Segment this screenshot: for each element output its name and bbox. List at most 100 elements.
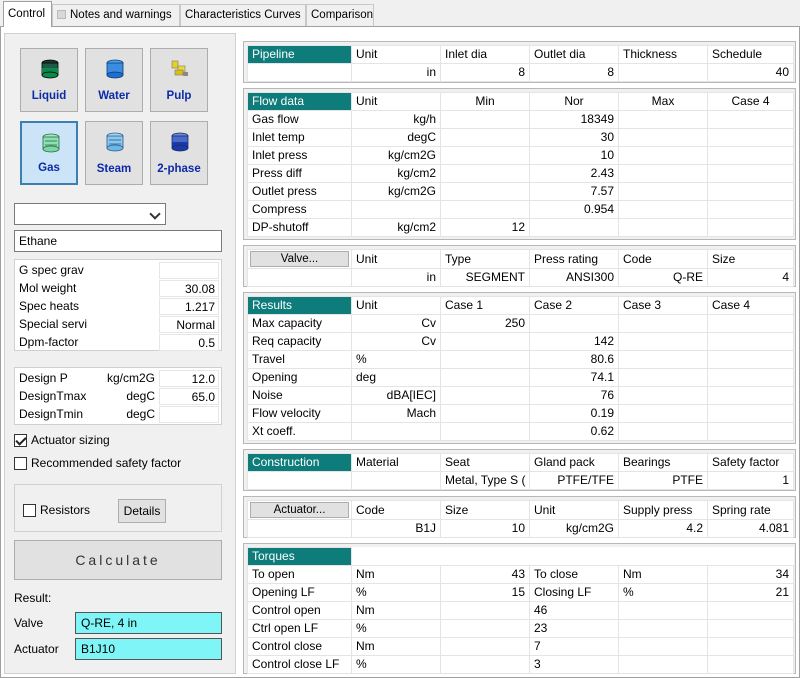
table-cell[interactable]: 0.954	[529, 200, 619, 219]
table-cell[interactable]	[618, 146, 708, 165]
table-cell[interactable]	[618, 619, 708, 638]
table-cell[interactable]	[440, 350, 530, 369]
table-cell[interactable]: To close	[529, 565, 619, 584]
table-cell[interactable]: kg/cm2	[351, 164, 441, 183]
pipeline-unit-cell[interactable]: in	[351, 63, 441, 82]
table-cell[interactable]	[440, 601, 530, 620]
table-cell[interactable]	[440, 637, 530, 656]
table-cell[interactable]	[529, 218, 619, 237]
table-cell[interactable]	[618, 637, 708, 656]
table-cell[interactable]	[707, 146, 794, 165]
table-cell[interactable]: %	[351, 619, 441, 638]
table-cell[interactable]	[618, 386, 708, 405]
design-p-input[interactable]: 12.0	[159, 370, 219, 387]
tab-characteristics-curves[interactable]: Characteristics Curves	[180, 4, 306, 26]
table-cell[interactable]: 43	[440, 565, 530, 584]
actuator-button[interactable]: Actuator...	[250, 502, 349, 518]
table-cell[interactable]	[618, 128, 708, 147]
table-cell[interactable]	[707, 182, 794, 201]
table-cell[interactable]	[707, 601, 794, 620]
table-cell[interactable]: Nm	[351, 601, 441, 620]
table-cell[interactable]	[707, 200, 794, 219]
table-cell[interactable]	[618, 182, 708, 201]
table-cell[interactable]: 0.62	[529, 422, 619, 441]
details-button[interactable]: Details	[118, 499, 166, 523]
valve-code-cell[interactable]: Q-RE	[618, 268, 708, 287]
table-cell[interactable]: Mach	[351, 404, 441, 423]
dpm-factor-input[interactable]: 0.5	[159, 334, 219, 351]
table-cell[interactable]	[440, 332, 530, 351]
table-cell[interactable]	[618, 314, 708, 333]
table-cell[interactable]: 76	[529, 386, 619, 405]
design-tmin-input[interactable]	[159, 406, 219, 423]
table-cell[interactable]: kg/cm2	[351, 218, 441, 237]
spec-heats-input[interactable]: 1.217	[159, 298, 219, 315]
table-cell[interactable]	[707, 332, 794, 351]
tab-comparison[interactable]: Comparison	[306, 4, 374, 26]
table-cell[interactable]	[440, 182, 530, 201]
table-cell[interactable]	[707, 128, 794, 147]
water-button[interactable]: Water	[85, 48, 143, 112]
table-cell[interactable]	[707, 386, 794, 405]
table-cell[interactable]	[707, 164, 794, 183]
table-cell[interactable]	[707, 619, 794, 638]
fluid-select[interactable]	[14, 203, 166, 225]
table-cell[interactable]	[618, 164, 708, 183]
pipeline-thickness-cell[interactable]	[618, 63, 708, 82]
table-cell[interactable]	[440, 128, 530, 147]
table-cell[interactable]: 10	[529, 146, 619, 165]
resistors-checkbox[interactable]	[23, 504, 36, 517]
table-cell[interactable]: 3	[529, 655, 619, 674]
construction-material-cell[interactable]	[351, 471, 441, 490]
table-cell[interactable]	[707, 655, 794, 674]
table-cell[interactable]: 34	[707, 565, 794, 584]
table-cell[interactable]: Nm	[618, 565, 708, 584]
pipeline-outlet-dia-cell[interactable]: 8	[529, 63, 619, 82]
table-cell[interactable]: deg	[351, 368, 441, 387]
table-cell[interactable]: dBA[IEC]	[351, 386, 441, 405]
table-cell[interactable]: 80.6	[529, 350, 619, 369]
pipeline-schedule-cell[interactable]: 40	[707, 63, 794, 82]
table-cell[interactable]	[440, 368, 530, 387]
actuator-sizing-checkbox[interactable]	[14, 434, 27, 447]
g-spec-grav-input[interactable]	[159, 262, 219, 279]
tab-notes-and-warnings[interactable]: Notes and warnings	[52, 4, 180, 26]
table-cell[interactable]	[618, 110, 708, 129]
tab-control[interactable]: Control	[3, 1, 52, 27]
table-cell[interactable]: kg/h	[351, 110, 441, 129]
table-cell[interactable]	[707, 422, 794, 441]
calculate-button[interactable]: Calculate	[14, 540, 222, 580]
table-cell[interactable]	[707, 314, 794, 333]
table-cell[interactable]: 12	[440, 218, 530, 237]
table-cell[interactable]: 7.57	[529, 182, 619, 201]
table-cell[interactable]	[440, 200, 530, 219]
table-cell[interactable]: %	[351, 350, 441, 369]
pulp-button[interactable]: Pulp	[150, 48, 208, 112]
design-tmax-input[interactable]: 65.0	[159, 388, 219, 405]
table-cell[interactable]	[618, 332, 708, 351]
valve-size-cell[interactable]: 4	[707, 268, 794, 287]
gas-button[interactable]: Gas	[20, 121, 78, 185]
table-cell[interactable]: %	[618, 583, 708, 602]
table-cell[interactable]: 74.1	[529, 368, 619, 387]
actuator-supply-press-cell[interactable]: 4.2	[618, 519, 708, 538]
construction-bearings-cell[interactable]: PTFE	[618, 471, 708, 490]
table-cell[interactable]: 7	[529, 637, 619, 656]
table-cell[interactable]	[440, 110, 530, 129]
fluid-name-input[interactable]: Ethane	[14, 230, 222, 252]
table-cell[interactable]: 0.19	[529, 404, 619, 423]
actuator-code-cell[interactable]: B1J	[351, 519, 441, 538]
valve-unit-cell[interactable]: in	[351, 268, 441, 287]
table-cell[interactable]: 250	[440, 314, 530, 333]
table-cell[interactable]: Cv	[351, 332, 441, 351]
recommended-safety-factor-checkbox[interactable]	[14, 457, 27, 470]
table-cell[interactable]	[618, 422, 708, 441]
table-cell[interactable]	[707, 368, 794, 387]
table-cell[interactable]	[707, 110, 794, 129]
liquid-button[interactable]: Liquid	[20, 48, 78, 112]
table-cell[interactable]	[351, 422, 441, 441]
table-cell[interactable]	[707, 404, 794, 423]
table-cell[interactable]: kg/cm2G	[351, 146, 441, 165]
table-cell[interactable]: 142	[529, 332, 619, 351]
table-cell[interactable]: 15	[440, 583, 530, 602]
